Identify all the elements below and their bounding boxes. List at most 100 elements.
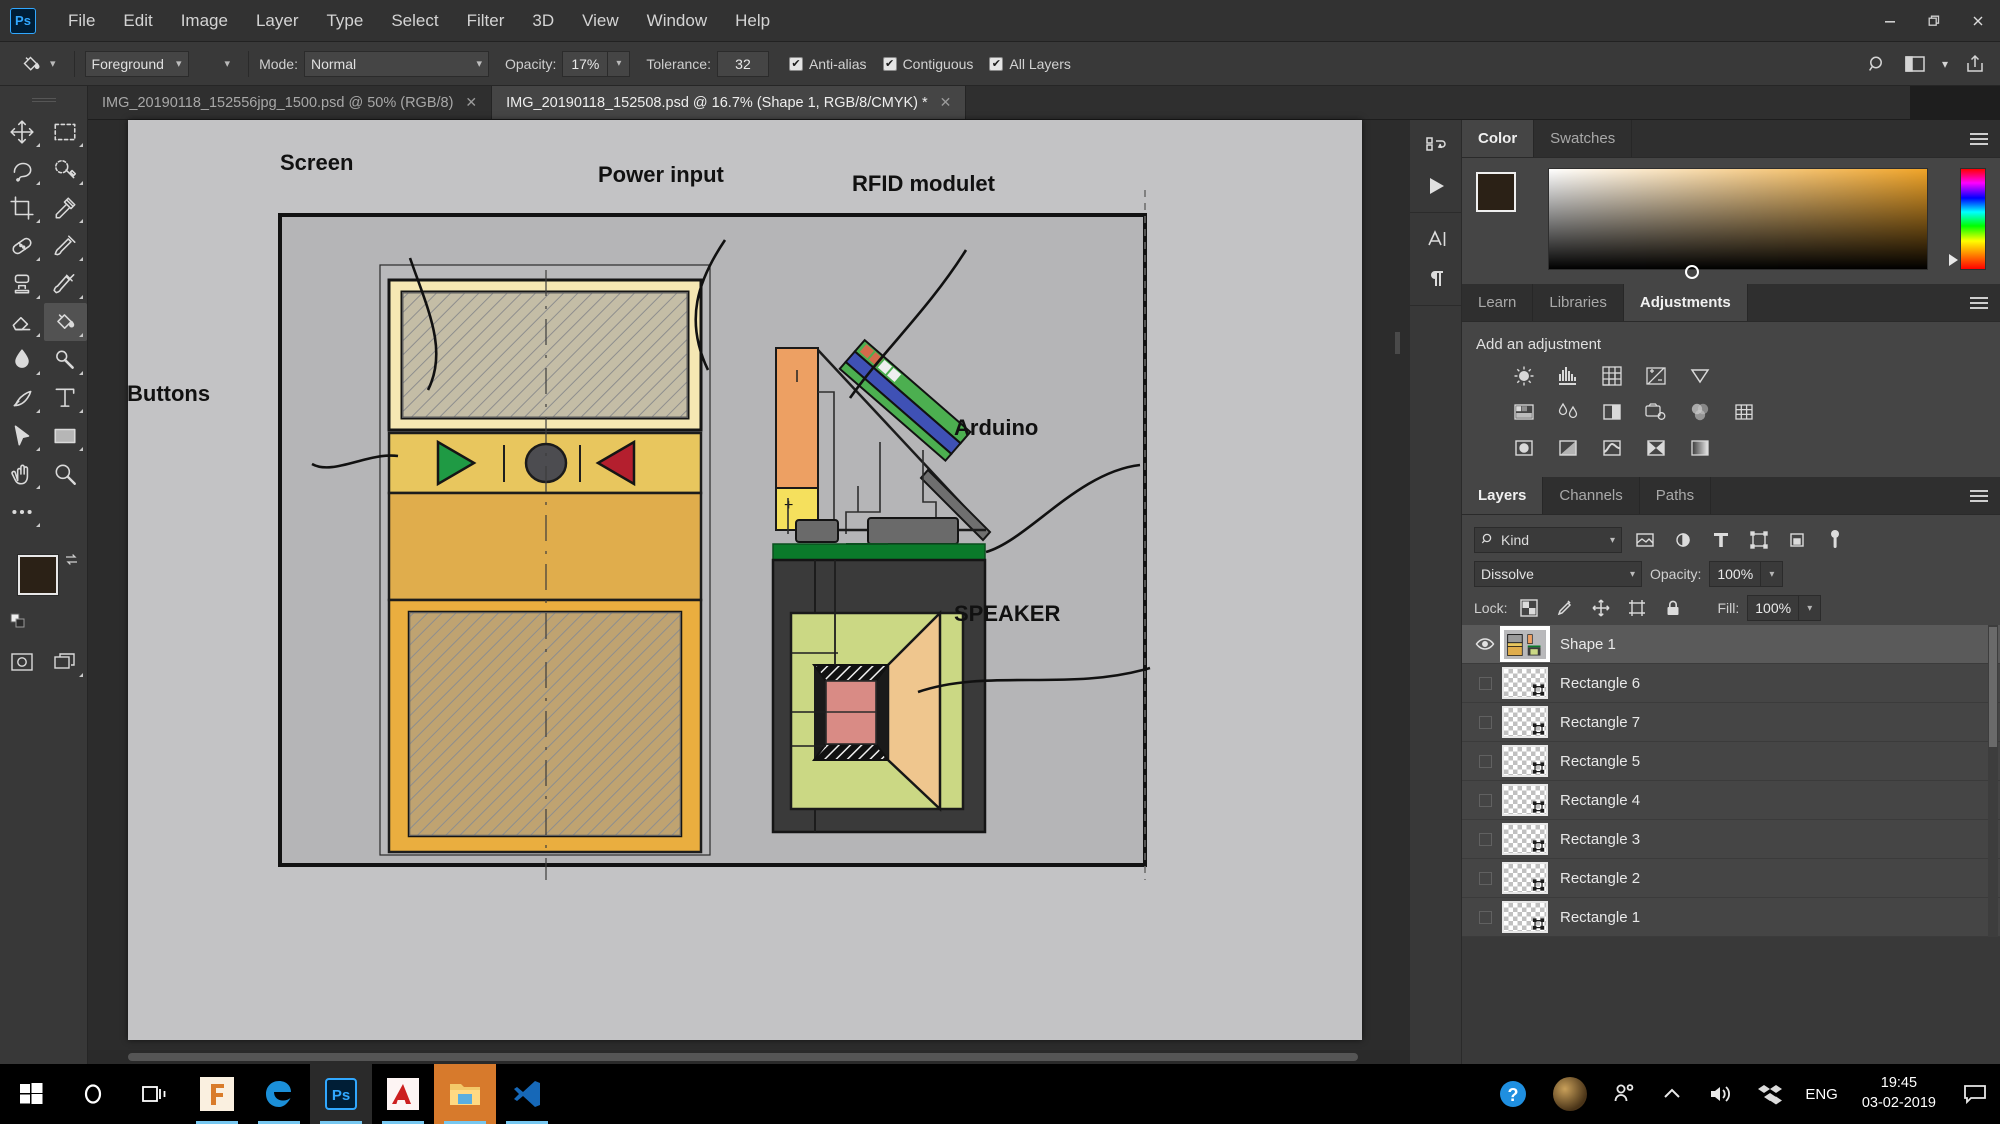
menu-view[interactable]: View — [568, 5, 633, 37]
acrobat-taskbar-icon[interactable] — [372, 1064, 434, 1124]
brush-tool[interactable] — [44, 227, 88, 265]
photoshop-taskbar-icon[interactable]: Ps — [310, 1064, 372, 1124]
minimize-button[interactable] — [1868, 0, 1912, 42]
layer-thumbnail[interactable] — [1502, 823, 1548, 855]
task-view-button[interactable] — [124, 1064, 186, 1124]
checkbox-anti-alias[interactable]: ✔ Anti-alias — [788, 56, 867, 72]
hue-slider-handle[interactable] — [1949, 254, 1958, 266]
tab-learn[interactable]: Learn — [1462, 284, 1534, 321]
lock-artboard-icon[interactable] — [1623, 595, 1651, 621]
quick-selection-tool[interactable] — [44, 151, 88, 189]
black-white-icon[interactable] — [1598, 399, 1626, 425]
curves-icon[interactable] — [1598, 363, 1626, 389]
hue-saturation-icon[interactable] — [1510, 399, 1538, 425]
start-button[interactable] — [0, 1064, 62, 1124]
layer-row[interactable]: Rectangle 5 — [1462, 742, 2000, 781]
cortana-button[interactable] — [62, 1064, 124, 1124]
layer-row[interactable]: Rectangle 3 — [1462, 820, 2000, 859]
fusion360-taskbar-icon[interactable] — [186, 1064, 248, 1124]
eyedropper-tool[interactable] — [44, 189, 88, 227]
layer-row[interactable]: Rectangle 2 — [1462, 859, 2000, 898]
layer-thumbnail[interactable] — [1502, 901, 1548, 933]
file-explorer-taskbar-icon[interactable] — [434, 1064, 496, 1124]
menu-file[interactable]: File — [54, 5, 109, 37]
layer-blend-mode-select[interactable]: Dissolve ▾ — [1474, 561, 1642, 587]
paint-bucket-icon[interactable] — [14, 49, 48, 79]
layers-panel-menu-icon[interactable] — [1970, 477, 1988, 515]
adjustments-panel-menu-icon[interactable] — [1970, 284, 1988, 322]
layer-visibility-toggle[interactable] — [1468, 781, 1502, 820]
layer-thumbnail[interactable] — [1502, 745, 1548, 777]
layer-row[interactable]: Rectangle 6 — [1462, 664, 2000, 703]
type-tool[interactable] — [44, 379, 88, 417]
checkbox-all-layers[interactable]: ✔ All Layers — [989, 56, 1071, 72]
document-tab[interactable]: IMG_20190118_152508.psd @ 16.7% (Shape 1… — [492, 86, 967, 119]
menu-layer[interactable]: Layer — [242, 5, 313, 37]
pixel-filter-icon[interactable] — [1630, 527, 1660, 553]
shape-filter-icon[interactable] — [1744, 527, 1774, 553]
brightness-contrast-icon[interactable] — [1510, 363, 1538, 389]
canvas-panel-handle[interactable] — [1395, 332, 1400, 354]
opacity-stepper[interactable]: ▾ — [608, 50, 631, 77]
layer-visibility-toggle[interactable] — [1468, 664, 1502, 703]
color-balance-icon[interactable] — [1554, 399, 1582, 425]
pen-tool[interactable] — [0, 379, 44, 417]
tolerance-input[interactable]: 32 — [716, 50, 769, 77]
tab-swatches[interactable]: Swatches — [1534, 120, 1633, 157]
layer-opacity-input[interactable]: 100% — [1709, 561, 1762, 587]
photo-filter-icon[interactable] — [1642, 399, 1670, 425]
document-tab[interactable]: IMG_20190118_152556jpg_1500.psd @ 50% (R… — [88, 86, 493, 119]
color-panel-menu-icon[interactable] — [1970, 120, 1988, 158]
user-avatar[interactable] — [1541, 1077, 1599, 1111]
menu-edit[interactable]: Edit — [109, 5, 166, 37]
search-icon[interactable] — [1866, 53, 1888, 75]
color-lookup-icon[interactable] — [1730, 399, 1758, 425]
layer-thumbnail[interactable] — [1502, 862, 1548, 894]
toolbar-grip[interactable] — [31, 98, 56, 105]
move-tool[interactable] — [0, 113, 44, 151]
layer-row[interactable]: Rectangle 4 — [1462, 781, 2000, 820]
restore-button[interactable] — [1912, 0, 1956, 42]
fill-source-select[interactable]: Foreground ▾ — [84, 50, 189, 77]
marquee-tool[interactable] — [44, 113, 88, 151]
selective-color-icon[interactable] — [1642, 435, 1670, 461]
menu-3d[interactable]: 3D — [518, 5, 568, 37]
history-icon[interactable] — [1410, 126, 1462, 166]
share-icon[interactable] — [1964, 53, 1986, 75]
paint-bucket-tool[interactable] — [43, 303, 87, 341]
layer-fill-stepper[interactable]: ▾ — [1799, 595, 1822, 621]
levels-icon[interactable] — [1554, 363, 1582, 389]
close-icon[interactable]: ✕ — [465, 94, 477, 111]
healing-brush-tool[interactable] — [0, 227, 44, 265]
volume-icon[interactable] — [1695, 1082, 1745, 1106]
lasso-tool[interactable] — [0, 151, 44, 189]
tab-channels[interactable]: Channels — [1543, 477, 1640, 514]
lock-transparency-icon[interactable] — [1515, 595, 1543, 621]
people-icon[interactable] — [1599, 1081, 1649, 1107]
layer-thumbnail[interactable] — [1502, 628, 1548, 660]
layer-fill-input[interactable]: 100% — [1747, 595, 1800, 621]
edit-toolbar-button[interactable] — [0, 493, 44, 531]
gradient-map-icon[interactable] — [1686, 435, 1714, 461]
tab-layers[interactable]: Layers — [1462, 477, 1544, 514]
channel-mixer-icon[interactable] — [1686, 399, 1714, 425]
layer-filter-kind-select[interactable]: Kind ▾ — [1474, 527, 1622, 553]
lock-position-icon[interactable] — [1587, 595, 1615, 621]
menu-window[interactable]: Window — [633, 5, 721, 37]
layer-opacity-stepper[interactable]: ▾ — [1761, 561, 1784, 587]
layer-visibility-toggle[interactable] — [1468, 898, 1502, 937]
dodge-tool[interactable] — [44, 341, 88, 379]
clone-stamp-tool[interactable] — [0, 265, 44, 303]
screen-mode-icon[interactable] — [44, 643, 88, 681]
hand-tool[interactable] — [0, 455, 44, 493]
filter-toggle-icon[interactable] — [1820, 527, 1850, 553]
posterize-icon[interactable] — [1554, 435, 1582, 461]
menu-filter[interactable]: Filter — [453, 5, 519, 37]
eraser-tool[interactable] — [0, 303, 44, 341]
history-brush-tool[interactable] — [44, 265, 88, 303]
layer-row[interactable]: Rectangle 1 — [1462, 898, 2000, 937]
opacity-input[interactable]: 17% — [562, 50, 609, 77]
help-circle-icon[interactable]: ? — [1485, 1078, 1541, 1110]
layer-visibility-toggle[interactable] — [1468, 820, 1502, 859]
menu-image[interactable]: Image — [167, 5, 242, 37]
